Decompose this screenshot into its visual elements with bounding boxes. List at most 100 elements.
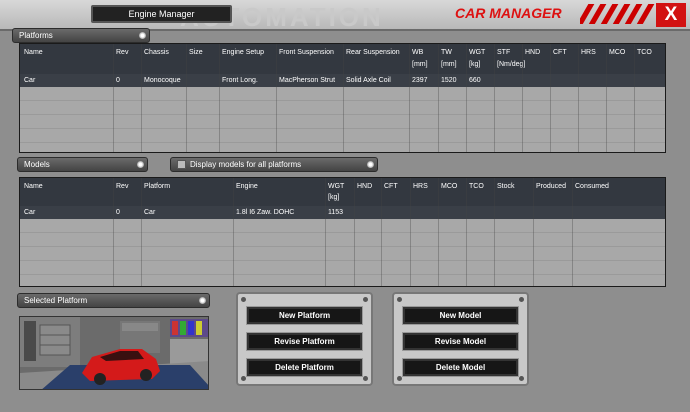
column-header[interactable]: Chassis (144, 49, 169, 56)
table-cell: 1.8l I6 Zaw. DOHC (236, 209, 295, 216)
page-title: CAR MANAGER (455, 5, 562, 21)
selected-platform-header: Selected Platform (17, 293, 210, 308)
table-cell: 1520 (441, 77, 457, 84)
column-header[interactable]: Produced (536, 183, 566, 190)
models-table[interactable]: Name Rev Platform Engine WGT [kg] HND CFT HRS MCO… (19, 177, 666, 287)
header-knob-icon (139, 32, 146, 39)
table-cell: MacPherson Strut (279, 77, 336, 84)
column-divider (113, 178, 114, 286)
screw-icon (241, 376, 246, 381)
column-header[interactable]: Rev (116, 49, 128, 56)
column-divider (113, 44, 114, 152)
column-header[interactable]: MCO (441, 183, 457, 190)
column-header[interactable]: Platform (144, 183, 170, 190)
column-divider (438, 44, 439, 152)
table-cell: 660 (469, 77, 481, 84)
column-divider (634, 44, 635, 152)
column-divider (533, 178, 534, 286)
all-platforms-toggle[interactable]: Display models for all platforms (170, 157, 378, 172)
table-cell: Car (24, 209, 36, 216)
column-divider (409, 44, 410, 152)
close-button[interactable]: X (656, 3, 686, 27)
table-cell: 1153 (328, 209, 344, 216)
table-cell: Car (144, 209, 156, 216)
car-render (20, 317, 208, 389)
column-header[interactable]: Rev (116, 183, 128, 190)
column-header[interactable]: HRS (581, 49, 596, 56)
column-header[interactable]: TW (441, 49, 452, 56)
column-divider (438, 178, 439, 286)
column-divider (494, 44, 495, 152)
column-divider (276, 44, 277, 152)
checkbox-icon[interactable] (177, 160, 186, 170)
new-platform-button[interactable]: New Platform (247, 307, 362, 324)
new-model-button[interactable]: New Model (403, 307, 518, 324)
table-cell: Monocoque (144, 77, 181, 84)
model-actions-panel: New Model Revise Model Delete Model (392, 292, 529, 386)
column-divider (325, 178, 326, 286)
table-row[interactable]: Car 0 Car 1.8l I6 Zaw. DOHC 1153 (20, 206, 665, 219)
column-divider (381, 178, 382, 286)
column-divider (466, 178, 467, 286)
table-cell: Front Long. (222, 77, 258, 84)
column-header[interactable]: Rear Suspension (346, 49, 400, 56)
column-header[interactable]: Engine Setup (222, 49, 264, 56)
column-header[interactable]: Name (24, 49, 43, 56)
column-header[interactable]: HND (525, 49, 540, 56)
column-header[interactable]: TCO (637, 49, 652, 56)
delete-model-button[interactable]: Delete Model (403, 359, 518, 376)
column-header[interactable]: STF (497, 49, 510, 56)
column-header[interactable]: HND (357, 183, 372, 190)
revise-platform-button[interactable]: Revise Platform (247, 333, 362, 350)
column-unit: [mm] (441, 61, 457, 68)
column-header[interactable]: Front Suspension (279, 49, 334, 56)
screw-icon (241, 297, 246, 302)
revise-model-button[interactable]: Revise Model (403, 333, 518, 350)
screw-icon (397, 376, 402, 381)
table-cell: 2397 (412, 77, 428, 84)
models-table-header: Name Rev Platform Engine WGT [kg] HND CFT HRS MCO… (20, 178, 665, 206)
table-cell: 0 (116, 77, 120, 84)
platforms-section-label: Platforms (19, 31, 53, 40)
column-divider (606, 44, 607, 152)
column-unit: [kg] (328, 194, 340, 201)
column-header[interactable]: Name (24, 183, 43, 190)
column-divider (494, 178, 495, 286)
empty-rows (20, 219, 665, 286)
header-knob-icon (137, 161, 144, 168)
screw-icon (397, 297, 402, 302)
platforms-table[interactable]: Name Rev Chassis Size Engine Setup Front Susp… (19, 43, 666, 153)
column-divider (572, 178, 573, 286)
engine-manager-tab[interactable]: Engine Manager (91, 5, 232, 23)
column-divider (466, 44, 467, 152)
column-divider (578, 44, 579, 152)
delete-platform-button[interactable]: Delete Platform (247, 359, 362, 376)
screw-icon (363, 376, 368, 381)
screw-icon (519, 376, 524, 381)
table-cell: Car (24, 77, 36, 84)
column-unit: [mm] (412, 61, 428, 68)
screw-icon (519, 297, 524, 302)
column-header[interactable]: Stock (497, 183, 515, 190)
column-header[interactable]: WB (412, 49, 423, 56)
column-header[interactable]: HRS (413, 183, 428, 190)
all-platforms-label: Display models for all platforms (190, 160, 302, 169)
column-header[interactable]: CFT (553, 49, 567, 56)
column-header[interactable]: MCO (609, 49, 625, 56)
column-divider (141, 44, 142, 152)
column-header[interactable]: TCO (469, 183, 484, 190)
column-header[interactable]: Size (189, 49, 203, 56)
column-divider (141, 178, 142, 286)
column-unit: [kg] (469, 61, 481, 68)
header-knob-icon (367, 161, 374, 168)
column-header[interactable]: WGT (469, 49, 485, 56)
column-divider (354, 178, 355, 286)
column-header[interactable]: Engine (236, 183, 258, 190)
table-cell: Solid Axle Coil (346, 77, 391, 84)
column-divider (186, 44, 187, 152)
platform-preview-image (19, 316, 209, 390)
column-header[interactable]: CFT (384, 183, 398, 190)
title-bar: AUTOMATION Engine Manager CAR MANAGER X (0, 0, 690, 32)
column-header[interactable]: WGT (328, 183, 344, 190)
column-header[interactable]: Consumed (575, 183, 609, 190)
